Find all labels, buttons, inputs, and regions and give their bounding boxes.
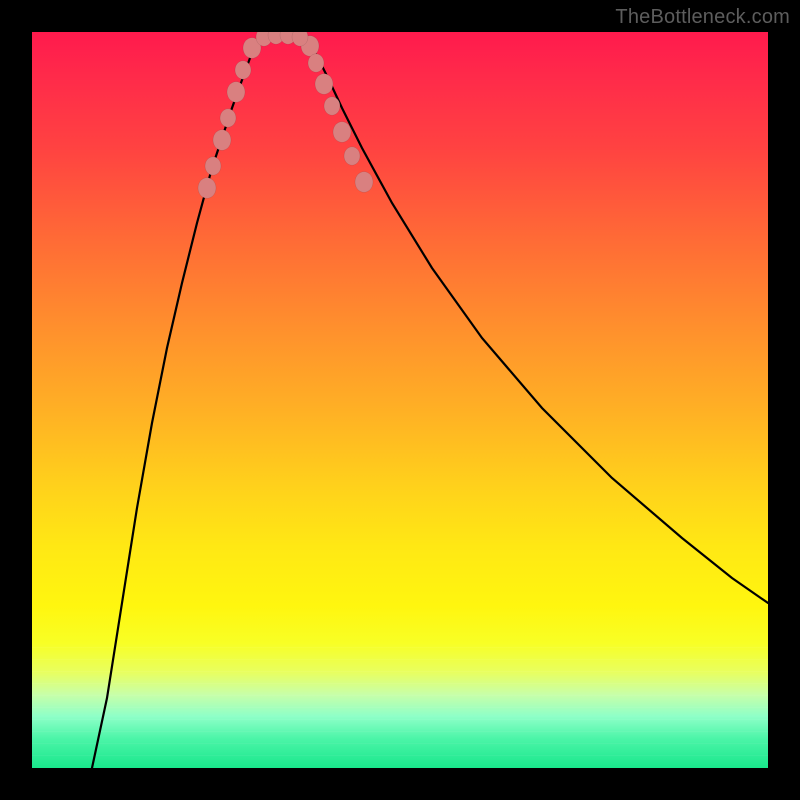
bead-left-5 [235,61,251,79]
bead-right-1 [308,54,324,72]
bead-left-0 [198,178,216,199]
bead-left-1 [205,157,221,175]
bead-left-3 [220,109,236,127]
curve-left [92,35,264,768]
bead-right-6 [355,172,373,193]
curve-right [302,35,768,603]
watermark-text: TheBottleneck.com [615,6,790,29]
bead-right-4 [333,122,351,143]
bead-right-2 [315,74,333,95]
plot-area [32,32,768,768]
curve-svg [32,32,768,768]
bead-left-2 [213,130,231,151]
bead-right-3 [324,97,340,115]
bead-right-5 [344,147,360,165]
bead-left-4 [227,82,245,103]
chart-stage: TheBottleneck.com [0,0,800,800]
